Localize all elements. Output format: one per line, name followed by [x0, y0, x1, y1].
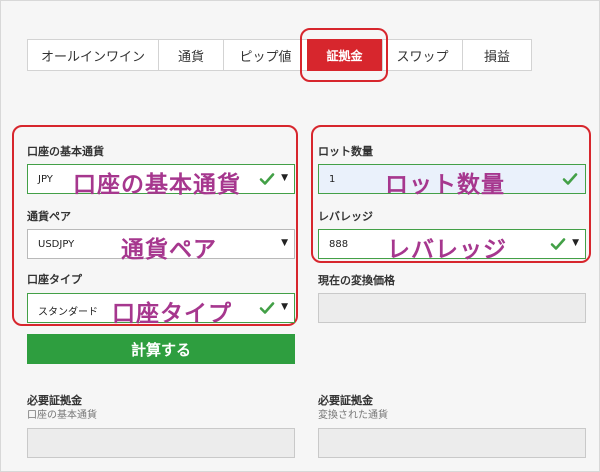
tab-currency[interactable]: 通貨 [158, 39, 223, 71]
required-margin-converted-field [318, 428, 586, 458]
required-margin-sublabel: 口座の基本通貨 [27, 410, 97, 421]
current-rate-field [318, 293, 586, 323]
check-icon [259, 173, 275, 185]
account-type-value: スタンダード [38, 307, 98, 318]
active-tab-highlight [300, 28, 388, 82]
lot-size-callout: ロット数量 [385, 172, 505, 198]
lot-size-label: ロット数量 [318, 145, 373, 158]
calculate-button[interactable]: 計算する [27, 334, 295, 364]
check-icon [562, 173, 578, 185]
account-type-callout: 口座タイプ [112, 301, 232, 327]
check-icon [259, 302, 275, 314]
lot-size-value: 1 [329, 174, 336, 185]
tab-all-in-one[interactable]: オールインワイン [27, 39, 158, 71]
caret-down-icon: ▼ [572, 238, 579, 248]
currency-pair-callout: 通貨ペア [121, 237, 217, 263]
caret-down-icon: ▼ [281, 302, 288, 312]
caret-down-icon: ▼ [281, 173, 288, 183]
base-currency-callout: 口座の基本通貨 [73, 172, 241, 198]
required-margin-base-field [27, 428, 295, 458]
leverage-label: レバレッジ [318, 210, 373, 223]
account-type-label: 口座タイプ [27, 273, 82, 286]
leverage-callout: レバレッジ [387, 237, 507, 263]
caret-down-icon: ▼ [281, 238, 288, 248]
currency-pair-label: 通貨ペア [27, 210, 71, 223]
tab-pip-value[interactable]: ピップ値 [223, 39, 307, 71]
tab-swap[interactable]: スワップ [382, 39, 462, 71]
current-rate-label: 現在の変換価格 [318, 274, 395, 287]
required-margin-converted-sublabel: 変換された通貨 [318, 410, 388, 421]
base-currency-value: JPY [38, 174, 53, 185]
check-icon [550, 238, 566, 250]
tab-profit-loss[interactable]: 損益 [462, 39, 532, 71]
leverage-value: 888 [329, 239, 349, 250]
base-currency-label: 口座の基本通貨 [27, 145, 104, 158]
currency-pair-value: USDJPY [38, 239, 75, 250]
